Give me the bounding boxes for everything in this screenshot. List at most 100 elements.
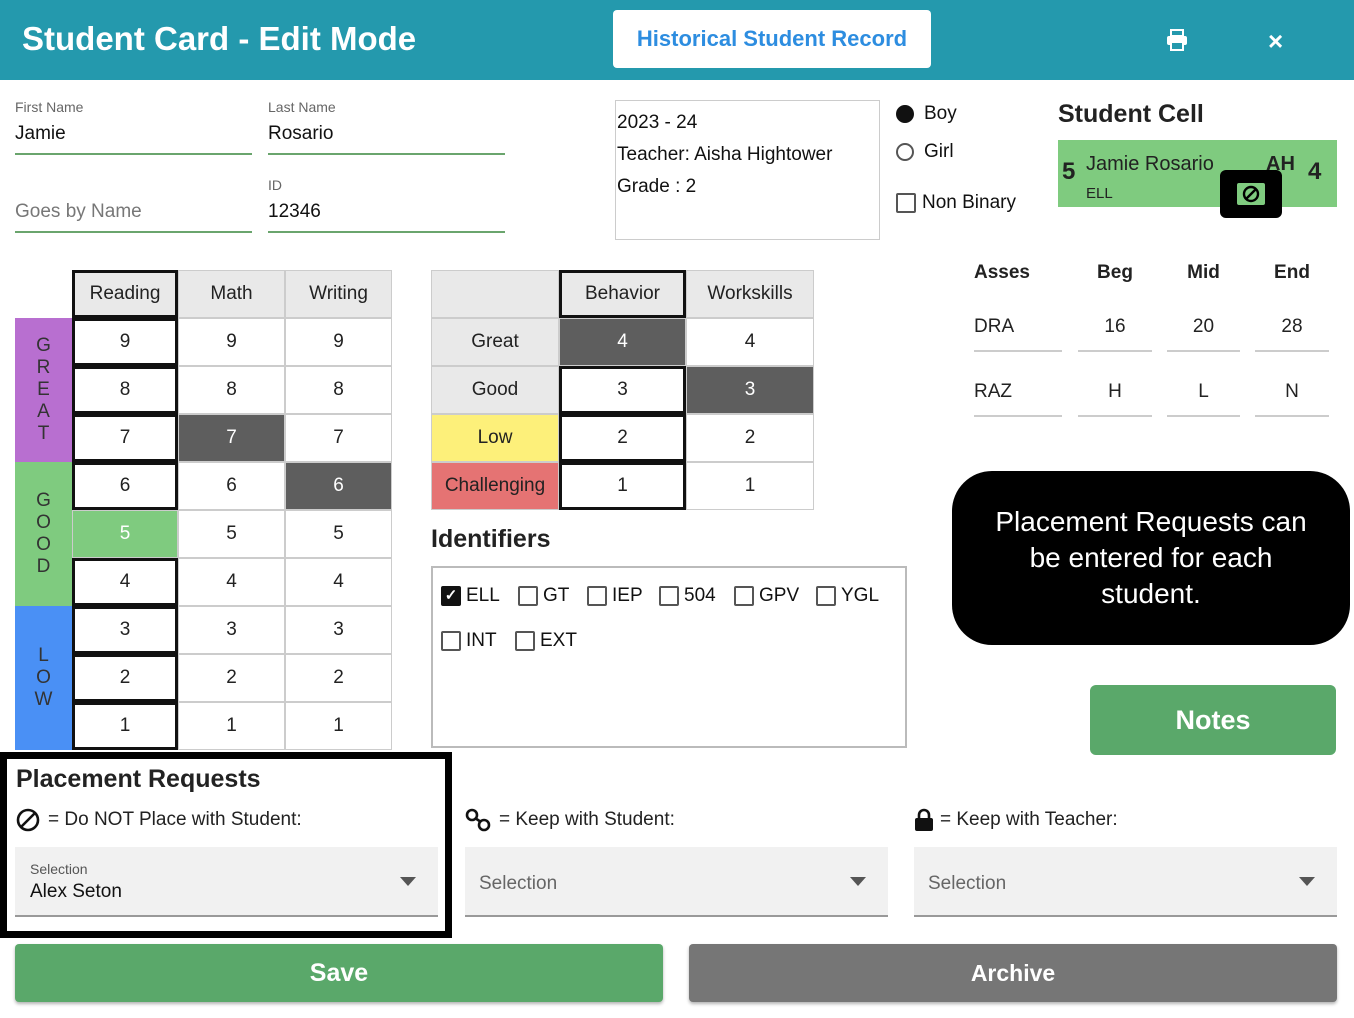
first-name-field[interactable]: Jamie <box>15 123 252 155</box>
checkbox[interactable] <box>515 631 535 651</box>
non-binary-checkbox[interactable] <box>896 193 916 213</box>
assessment-name: RAZ <box>974 381 1062 417</box>
id-field[interactable]: 12346 <box>268 201 505 233</box>
identifier-gpv[interactable]: GPV <box>734 585 799 607</box>
score-cell-math-9[interactable]: 9 <box>178 318 285 366</box>
score-cell-reading-1[interactable]: 1 <box>72 702 178 750</box>
radio-girl[interactable]: Girl <box>896 141 954 163</box>
radio-boy[interactable]: Boy <box>896 103 957 125</box>
score-cell-writing-4[interactable]: 4 <box>285 558 392 606</box>
score-cell-behavior-4[interactable]: 4 <box>559 318 686 366</box>
score-cell-reading-7[interactable]: 7 <box>72 414 178 462</box>
identifier-label: ELL <box>466 585 500 606</box>
chevron-down-icon[interactable] <box>1299 877 1315 886</box>
score-cell-writing-6[interactable]: 6 <box>285 462 392 510</box>
score-cell-math-5[interactable]: 5 <box>178 510 285 558</box>
identifier-gt[interactable]: GT <box>518 585 569 607</box>
score-cell-reading-9[interactable]: 9 <box>72 318 178 366</box>
identifier-iep[interactable]: IEP <box>587 585 643 607</box>
identifier-int[interactable]: INT <box>441 630 497 652</box>
checkbox[interactable] <box>734 586 754 606</box>
score-cell-reading-3[interactable]: 3 <box>72 606 178 654</box>
band-letter: A <box>37 401 50 422</box>
save-button[interactable]: Save <box>15 944 663 1002</box>
score-cell-workskills-1[interactable]: 1 <box>686 462 814 510</box>
radio-girl-dot[interactable] <box>896 143 914 161</box>
score-cell-math-6[interactable]: 6 <box>178 462 285 510</box>
identifier-label: IEP <box>612 585 643 606</box>
column-header-writing: Writing <box>285 270 392 318</box>
do-not-place-select[interactable]: Selection Alex Seton <box>15 847 438 917</box>
archive-button[interactable]: Archive <box>689 944 1337 1002</box>
score-cell-behavior-3[interactable]: 3 <box>559 366 686 414</box>
identifier-ygl[interactable]: YGL <box>816 585 879 607</box>
keep-with-student-select[interactable]: Selection <box>465 847 888 917</box>
score-cell-behavior-1[interactable]: 1 <box>559 462 686 510</box>
student-cell-card[interactable]: 5 Jamie Rosario ELL AH 4 <box>1058 140 1337 218</box>
select-placeholder: Selection <box>479 873 558 894</box>
band-letter: O <box>36 534 51 555</box>
checkbox-checked[interactable]: ✓ <box>441 586 461 606</box>
close-icon[interactable]: × <box>1268 26 1283 57</box>
score-cell-behavior-2[interactable]: 2 <box>559 414 686 462</box>
score-cell-reading-2[interactable]: 2 <box>72 654 178 702</box>
notes-button[interactable]: Notes <box>1090 685 1336 755</box>
score-cell-writing-7[interactable]: 7 <box>285 414 392 462</box>
historical-record-button[interactable]: Historical Student Record <box>613 10 931 68</box>
last-name-field[interactable]: Rosario <box>268 123 505 155</box>
assessment-score-field[interactable]: 16 <box>1078 316 1152 352</box>
score-cell-writing-3[interactable]: 3 <box>285 606 392 654</box>
cell-tag: ELL <box>1086 185 1113 202</box>
identifier-label: YGL <box>841 585 880 606</box>
score-cell-workskills-4[interactable]: 4 <box>686 318 814 366</box>
assessment-header-beg: Beg <box>1097 262 1133 283</box>
score-cell-writing-1[interactable]: 1 <box>285 702 392 750</box>
assessment-score-field[interactable]: N <box>1255 381 1329 417</box>
print-icon[interactable] <box>1165 28 1189 57</box>
score-cell-math-8[interactable]: 8 <box>178 366 285 414</box>
score-cell-math-1[interactable]: 1 <box>178 702 285 750</box>
score-cell-math-4[interactable]: 4 <box>178 558 285 606</box>
identifier-label: EXT <box>540 630 577 651</box>
select-value: Alex Seton <box>30 881 122 902</box>
keep-with-teacher-select[interactable]: Selection <box>914 847 1337 917</box>
identifiers-box: ✓ ELL GT IEP 504 GPV YGL INT EXT <box>431 566 907 748</box>
checkbox[interactable] <box>518 586 538 606</box>
score-cell-reading-8[interactable]: 8 <box>72 366 178 414</box>
student-cell-title: Student Cell <box>1058 100 1204 128</box>
checkbox[interactable] <box>659 586 679 606</box>
score-cell-writing-5[interactable]: 5 <box>285 510 392 558</box>
score-cell-math-3[interactable]: 3 <box>178 606 285 654</box>
band-letter: T <box>37 423 50 444</box>
assessment-score-field[interactable]: L <box>1167 381 1240 417</box>
checkbox[interactable] <box>816 586 836 606</box>
score-cell-math-2[interactable]: 2 <box>178 654 285 702</box>
checkbox[interactable] <box>441 631 461 651</box>
grade-level: Grade : 2 <box>617 176 697 197</box>
score-cell-reading-6[interactable]: 6 <box>72 462 178 510</box>
radio-boy-dot[interactable] <box>896 105 914 123</box>
checkbox[interactable] <box>587 586 607 606</box>
score-cell-reading-5[interactable]: 5 <box>72 510 178 558</box>
score-cell-writing-9[interactable]: 9 <box>285 318 392 366</box>
assessment-score-field[interactable]: 28 <box>1255 316 1329 352</box>
last-name-label: Last Name <box>268 99 336 115</box>
score-cell-math-7[interactable]: 7 <box>178 414 285 462</box>
identifier-ell[interactable]: ✓ ELL <box>441 585 500 607</box>
score-cell-writing-8[interactable]: 8 <box>285 366 392 414</box>
assessment-score-field[interactable]: 20 <box>1167 316 1240 352</box>
identifier-504[interactable]: 504 <box>659 585 716 607</box>
score-cell-writing-2[interactable]: 2 <box>285 654 392 702</box>
identifier-ext[interactable]: EXT <box>515 630 577 652</box>
chevron-down-icon[interactable] <box>850 877 866 886</box>
checkbox-non-binary[interactable]: Non Binary <box>896 192 1016 214</box>
assessment-score-field[interactable]: H <box>1078 381 1152 417</box>
chevron-down-icon[interactable] <box>400 877 416 886</box>
placement-tooltip: Placement Requests can be entered for ea… <box>952 471 1350 645</box>
behavior-header-blank <box>431 270 559 318</box>
goes-by-name-field[interactable]: Goes by Name <box>15 201 252 233</box>
score-cell-workskills-3[interactable]: 3 <box>686 366 814 414</box>
score-cell-workskills-2[interactable]: 2 <box>686 414 814 462</box>
score-cell-reading-4[interactable]: 4 <box>72 558 178 606</box>
assessment-name: DRA <box>974 316 1062 352</box>
